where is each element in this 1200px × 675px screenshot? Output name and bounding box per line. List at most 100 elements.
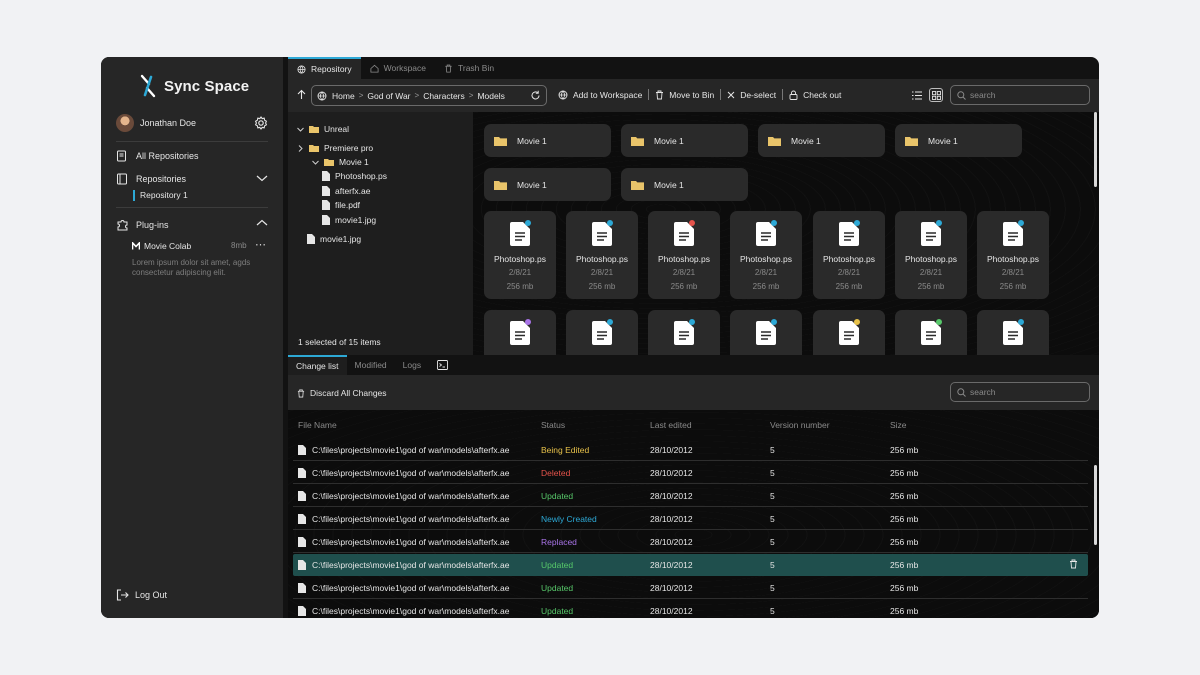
chevron-down-icon[interactable] [256,173,268,183]
status-dot [1018,319,1024,325]
discard-all-changes-button[interactable]: Discard All Changes [297,388,387,398]
file-size: 256 mb [752,282,780,291]
row-size: 256 mb [890,606,919,616]
column-header-version[interactable]: Version number [770,420,830,430]
logout-label: Log Out [135,590,168,600]
table-row[interactable]: C:\files\projects\movie1\god of war\mode… [293,462,1088,484]
chevron-down-icon [297,127,304,132]
more-options-icon[interactable]: ⋯ [255,238,266,251]
check-out-button[interactable]: Check out [789,90,841,100]
tree-item-unreal[interactable]: Unreal [297,123,349,135]
column-header-size[interactable]: Size [890,420,907,430]
folder-card[interactable]: Movie 1 [621,124,748,157]
nav-repositories[interactable]: Repositories [116,173,268,185]
file-card[interactable]: Photoshop.ps2/8/21256 mb [566,310,638,355]
file-card[interactable]: Photoshop.ps2/8/21256 mb [566,211,638,299]
tab-repository[interactable]: Repository [288,57,361,79]
file-card[interactable]: Photoshop.ps2/8/21256 mb [813,310,885,355]
folder-card[interactable]: Movie 1 [621,168,748,201]
toolbar: Home > God of War > Characters > Models … [288,79,1099,112]
grid-view-button[interactable] [929,88,943,102]
tree-item-file[interactable]: file.pdf [322,199,360,211]
row-last-edited: 28/10/2012 [650,606,693,616]
file-name: Photoshop.ps [576,254,628,264]
refresh-icon[interactable] [530,90,541,101]
table-row[interactable]: C:\files\projects\movie1\god of war\mode… [293,485,1088,507]
table-row[interactable]: C:\files\projects\movie1\god of war\mode… [293,531,1088,553]
tab-logs[interactable]: Logs [395,355,429,375]
list-view-button[interactable] [910,88,924,102]
column-header-status[interactable]: Status [541,420,565,430]
row-status: Replaced [541,537,577,547]
folder-card[interactable]: Movie 1 [484,124,611,157]
scrollbar[interactable] [1094,112,1097,187]
breadcrumb-item-home[interactable]: Home [332,91,355,101]
nav-all-repositories[interactable]: All Repositories [116,150,268,162]
table-row[interactable]: C:\files\projects\movie1\god of war\mode… [293,600,1088,618]
file-card[interactable]: Photoshop.ps2/8/21256 mb [977,211,1049,299]
main-tabs: Repository Workspace Trash Bin [288,57,503,79]
user-profile[interactable]: Jonathan Doe [116,113,268,133]
plugin-item[interactable]: Movie Colab [132,241,191,251]
folder-card[interactable]: Movie 1 [895,124,1022,157]
tree-item-premiere-pro[interactable]: Premiere pro [297,142,373,154]
scrollbar[interactable] [1094,465,1097,545]
row-version: 5 [770,491,775,501]
table-row[interactable]: C:\files\projects\movie1\god of war\mode… [293,439,1088,461]
table-row[interactable]: C:\files\projects\movie1\god of war\mode… [293,577,1088,599]
folder-icon [494,136,507,146]
file-name: Photoshop.ps [494,254,546,264]
breadcrumb-item-characters[interactable]: Characters [423,91,465,101]
breadcrumb-item-god-of-war[interactable]: God of War [367,91,410,101]
nav-plugins[interactable]: Plug-ins [116,218,268,231]
logout-icon [116,589,129,601]
changes-toolbar: Discard All Changes [288,375,1099,410]
sidebar-item-repository-1[interactable]: Repository 1 [133,190,188,201]
repository-icon [116,150,130,162]
row-status: Deleted [541,468,571,478]
settings-gear-icon[interactable] [254,116,268,130]
file-card[interactable]: Photoshop.ps2/8/21256 mb [648,310,720,355]
file-card[interactable]: Photoshop.ps2/8/21256 mb [895,310,967,355]
delete-row-trash-icon[interactable] [1069,559,1078,571]
file-card[interactable]: Photoshop.ps2/8/21256 mb [895,211,967,299]
column-header-file-name[interactable]: File Name [298,420,337,430]
status-dot [607,319,613,325]
tab-workspace[interactable]: Workspace [361,57,435,79]
move-to-bin-button[interactable]: Move to Bin [655,90,714,100]
file-card[interactable]: Photoshop.ps2/8/21256 mb [730,211,802,299]
row-file-name: C:\files\projects\movie1\god of war\mode… [298,514,509,524]
file-card[interactable]: Photoshop.ps2/8/21256 mb [484,211,556,299]
add-to-workspace-button[interactable]: Add to Workspace [558,90,642,100]
file-card[interactable]: Photoshop.ps2/8/21256 mb [648,211,720,299]
deselect-button[interactable]: De-select [727,90,776,100]
tab-trash-bin[interactable]: Trash Bin [435,57,503,79]
navigate-up-icon[interactable] [297,89,306,100]
changes-search-input[interactable] [970,387,1080,397]
tree-item-file[interactable]: movie1.jpg [322,214,376,226]
table-row[interactable]: C:\files\projects\movie1\god of war\mode… [293,508,1088,530]
tab-change-list[interactable]: Change list [288,355,347,375]
chevron-up-icon[interactable] [256,218,268,228]
column-header-last-edited[interactable]: Last edited [650,420,692,430]
logout-button[interactable]: Log Out [116,589,167,601]
row-file-name: C:\files\projects\movie1\god of war\mode… [298,537,509,547]
tree-item-file[interactable]: movie1.jpg [307,233,361,245]
tab-modified[interactable]: Modified [347,355,395,375]
breadcrumb-item-models[interactable]: Models [477,91,504,101]
folder-card[interactable]: Movie 1 [758,124,885,157]
file-card[interactable]: Photoshop.ps2/8/21256 mb [730,310,802,355]
trash-icon [297,389,305,397]
tab-terminal[interactable] [429,355,456,375]
file-card[interactable]: Photoshop.ps2/8/21256 mb [484,310,556,355]
tree-item-file[interactable]: afterfx.ae [322,185,370,197]
tree-item-file[interactable]: Photoshop.ps [322,170,387,182]
file-path: C:\files\projects\movie1\god of war\mode… [312,583,510,593]
folder-card[interactable]: Movie 1 [484,168,611,201]
tree-item-movie-1[interactable]: Movie 1 [312,156,369,168]
search-input[interactable] [970,90,1080,100]
file-card[interactable]: Photoshop.ps2/8/21256 mb [813,211,885,299]
file-card[interactable]: Photoshop.ps2/8/21256 mb [977,310,1049,355]
avatar[interactable] [116,114,134,132]
table-row[interactable]: C:\files\projects\movie1\god of war\mode… [293,554,1088,576]
